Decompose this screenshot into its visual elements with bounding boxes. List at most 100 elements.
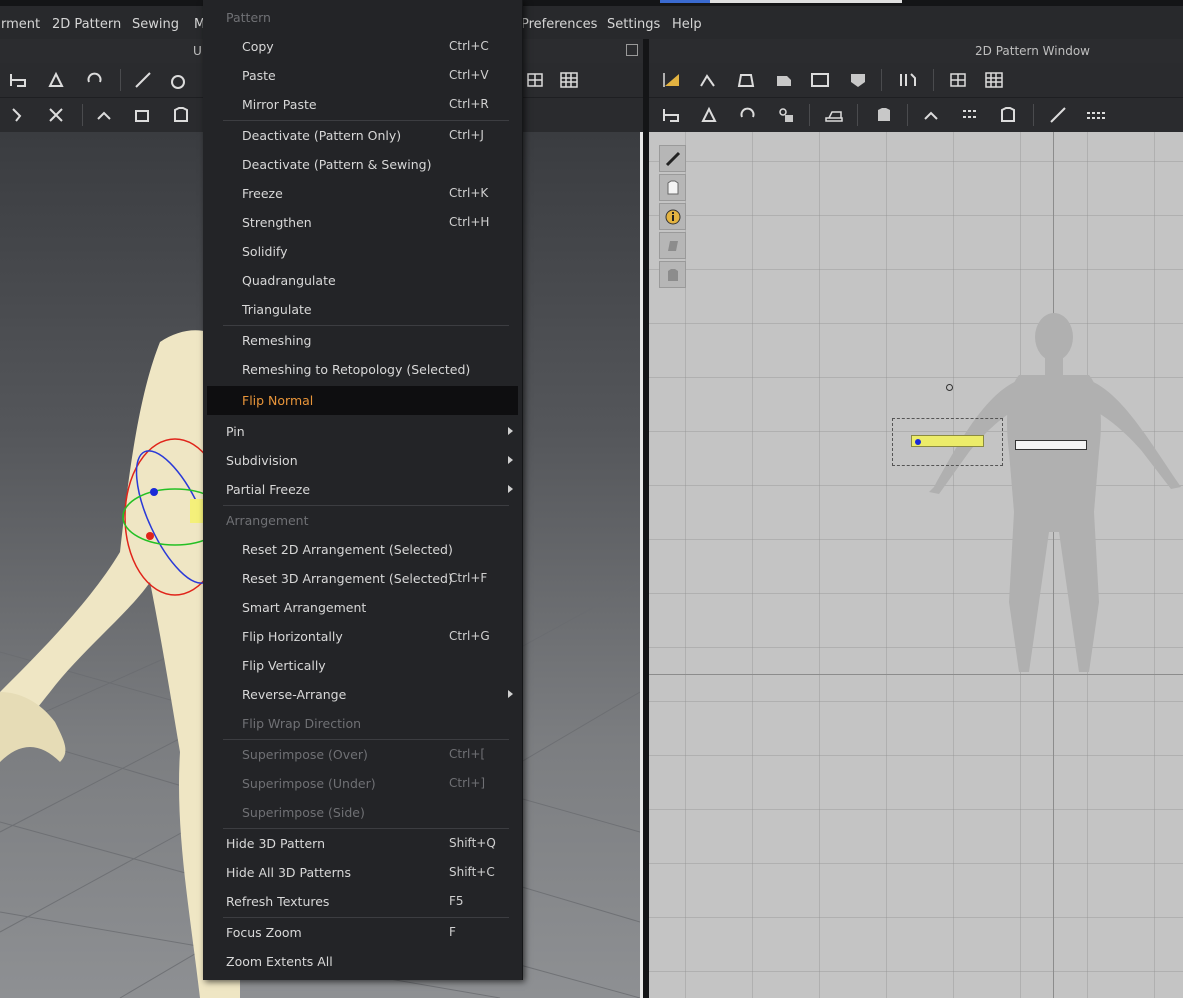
menu-item-deactivate-pattern-sewing[interactable]: Deactivate (Pattern & Sewing) xyxy=(203,150,522,179)
menu-preferences[interactable]: Preferences xyxy=(521,17,597,32)
toolbar-2d-row2 xyxy=(649,98,1183,132)
tool-rotate-icon[interactable] xyxy=(82,68,108,92)
toolbar-separator xyxy=(933,69,934,91)
tool-curvature-icon[interactable] xyxy=(735,103,761,127)
menu-item-deactivate-pattern-only[interactable]: Deactivate (Pattern Only) Ctrl+J xyxy=(203,121,522,150)
menu-item-copy[interactable]: Copy Ctrl+C xyxy=(203,32,522,61)
submenu-arrow-icon xyxy=(508,427,513,435)
garment-icon[interactable] xyxy=(659,261,686,288)
toolbar-separator xyxy=(907,104,908,126)
tool-internal-line-icon[interactable] xyxy=(1045,103,1071,127)
menu-item-mirror-paste[interactable]: Mirror Paste Ctrl+R xyxy=(203,90,522,119)
menu-item-flip-wrap-direction: Flip Wrap Direction xyxy=(242,716,362,731)
tool-dart-icon[interactable] xyxy=(845,68,871,92)
tool-rectangle-icon[interactable] xyxy=(771,68,797,92)
rotate-handle[interactable] xyxy=(946,384,953,391)
fabric-icon[interactable] xyxy=(659,232,686,259)
submenu-arrow-icon xyxy=(508,485,513,493)
menu-2d-pattern[interactable]: 2D Pattern xyxy=(52,17,121,32)
tool-line-icon[interactable] xyxy=(130,68,156,92)
selected-pattern[interactable] xyxy=(911,435,984,447)
menu-item-quadrangulate[interactable]: Quadrangulate xyxy=(203,266,522,295)
toolbar-2d-row1 xyxy=(649,63,1183,97)
menu-item-refresh-textures[interactable]: Refresh Textures F5 xyxy=(203,887,522,916)
shirt-visibility-icon[interactable] xyxy=(659,174,686,201)
toolbar-separator xyxy=(809,104,810,126)
tool-tape-icon[interactable] xyxy=(1083,103,1109,127)
tool-add-point-icon[interactable] xyxy=(773,103,799,127)
menu-item-flip-vertically[interactable]: Flip Vertically xyxy=(203,651,522,680)
menu-item-focus-zoom[interactable]: Focus Zoom F xyxy=(203,918,522,947)
menu-item-superimpose-over: Superimpose (Over) Ctrl+[ xyxy=(242,747,486,762)
3d-viewport-border xyxy=(640,132,643,998)
tool-polygon-icon[interactable] xyxy=(733,68,759,92)
grid-icon[interactable] xyxy=(522,68,548,92)
menu-item-zoom-extents-all[interactable]: Zoom Extents All xyxy=(203,947,522,976)
menu-bar: rment 2D Pattern Sewing M Preferences Se… xyxy=(0,6,1183,39)
menu-item-hide-all-3d-patterns[interactable]: Hide All 3D Patterns Shift+C xyxy=(203,858,522,887)
info-icon[interactable] xyxy=(659,203,686,230)
menu-item-remeshing-retopology[interactable]: Remeshing to Retopology (Selected) xyxy=(203,355,522,384)
tool-sewing-icon[interactable] xyxy=(92,103,118,127)
menu-help[interactable]: Help xyxy=(672,17,702,32)
submenu-arrow-icon xyxy=(508,456,513,464)
tool-check-sewing-icon[interactable] xyxy=(995,103,1021,127)
menu-item-freeze[interactable]: Freeze Ctrl+K xyxy=(203,179,522,208)
context-menu: Pattern Copy Ctrl+C Paste Ctrl+V Mirror Pa… xyxy=(203,0,523,980)
tool-move-icon[interactable] xyxy=(44,68,70,92)
menu-item-subdivision[interactable]: Subdivision xyxy=(203,446,522,475)
tool-texture-icon[interactable] xyxy=(130,103,156,127)
toolbar-separator xyxy=(881,69,882,91)
menu-item-paste[interactable]: Paste Ctrl+V xyxy=(203,61,522,90)
tool-free-sewing-icon[interactable] xyxy=(957,103,983,127)
tool-edit-points-icon[interactable] xyxy=(695,68,721,92)
pattern-point[interactable] xyxy=(915,439,921,445)
tool-cut-icon[interactable] xyxy=(168,68,194,92)
2d-pattern-viewport[interactable] xyxy=(649,132,1183,998)
menu-item-flip-horizontally[interactable]: Flip Horizontally Ctrl+G xyxy=(203,622,522,651)
menu-item-pin[interactable]: Pin xyxy=(203,417,522,446)
2d-avatar-silhouette xyxy=(929,313,1181,672)
panel-header-bar: U 2D Pattern Window xyxy=(0,39,1183,64)
tool-transform-icon[interactable] xyxy=(6,68,32,92)
menu-garment[interactable]: rment xyxy=(1,17,40,32)
menu-item-smart-arrangement[interactable]: Smart Arrangement xyxy=(203,593,522,622)
left-panel-title: U xyxy=(193,44,202,58)
menu-item-triangulate[interactable]: Triangulate xyxy=(203,295,522,324)
tool-grid-large-icon[interactable] xyxy=(981,68,1007,92)
tool-select-edit-icon[interactable] xyxy=(659,68,685,92)
tool-segment-sewing-icon[interactable] xyxy=(919,103,945,127)
menu-header-arrangement: Arrangement xyxy=(226,513,309,528)
tool-transform-2d-icon[interactable] xyxy=(659,103,685,127)
menu-item-strengthen[interactable]: Strengthen Ctrl+H xyxy=(203,208,522,237)
popout-icon[interactable] xyxy=(626,44,638,56)
menu-item-reset-2d-arrangement[interactable]: Reset 2D Arrangement (Selected) xyxy=(203,535,522,564)
tool-grid-icon[interactable] xyxy=(945,68,971,92)
submenu-arrow-icon xyxy=(508,690,513,698)
menu-item-solidify[interactable]: Solidify xyxy=(203,237,522,266)
menu-item-remeshing[interactable]: Remeshing xyxy=(203,326,522,355)
menu-item-superimpose-under: Superimpose (Under) Ctrl+] xyxy=(242,776,486,791)
menu-item-reset-3d-arrangement[interactable]: Reset 3D Arrangement (Selected) Ctrl+F xyxy=(203,564,522,593)
tool-tack-icon[interactable] xyxy=(44,103,70,127)
brush-icon[interactable] xyxy=(659,145,686,172)
menu-item-partial-freeze[interactable]: Partial Freeze xyxy=(203,475,522,504)
grid-large-icon[interactable] xyxy=(556,68,582,92)
tool-garment-icon[interactable] xyxy=(168,103,194,127)
menu-settings[interactable]: Settings xyxy=(607,17,660,32)
pattern-piece[interactable] xyxy=(1015,440,1087,450)
menu-item-flip-normal[interactable]: Flip Normal xyxy=(207,386,518,415)
tool-pin-icon[interactable] xyxy=(6,103,32,127)
tool-fold-icon[interactable] xyxy=(821,103,847,127)
tool-pattern-split-icon[interactable] xyxy=(895,68,921,92)
title-tab-accent xyxy=(660,0,710,3)
toolbar-separator xyxy=(857,104,858,126)
right-panel-title: 2D Pattern Window xyxy=(975,44,1090,58)
menu-item-reverse-arrange[interactable]: Reverse-Arrange xyxy=(203,680,522,709)
menu-sewing[interactable]: Sewing xyxy=(132,17,179,32)
menu-header-pattern: Pattern xyxy=(226,10,271,25)
tool-edit-curve-icon[interactable] xyxy=(697,103,723,127)
tool-garment-2d-icon[interactable] xyxy=(871,103,897,127)
tool-internal-polygon-icon[interactable] xyxy=(807,68,833,92)
menu-item-hide-3d-pattern[interactable]: Hide 3D Pattern Shift+Q xyxy=(203,829,522,858)
